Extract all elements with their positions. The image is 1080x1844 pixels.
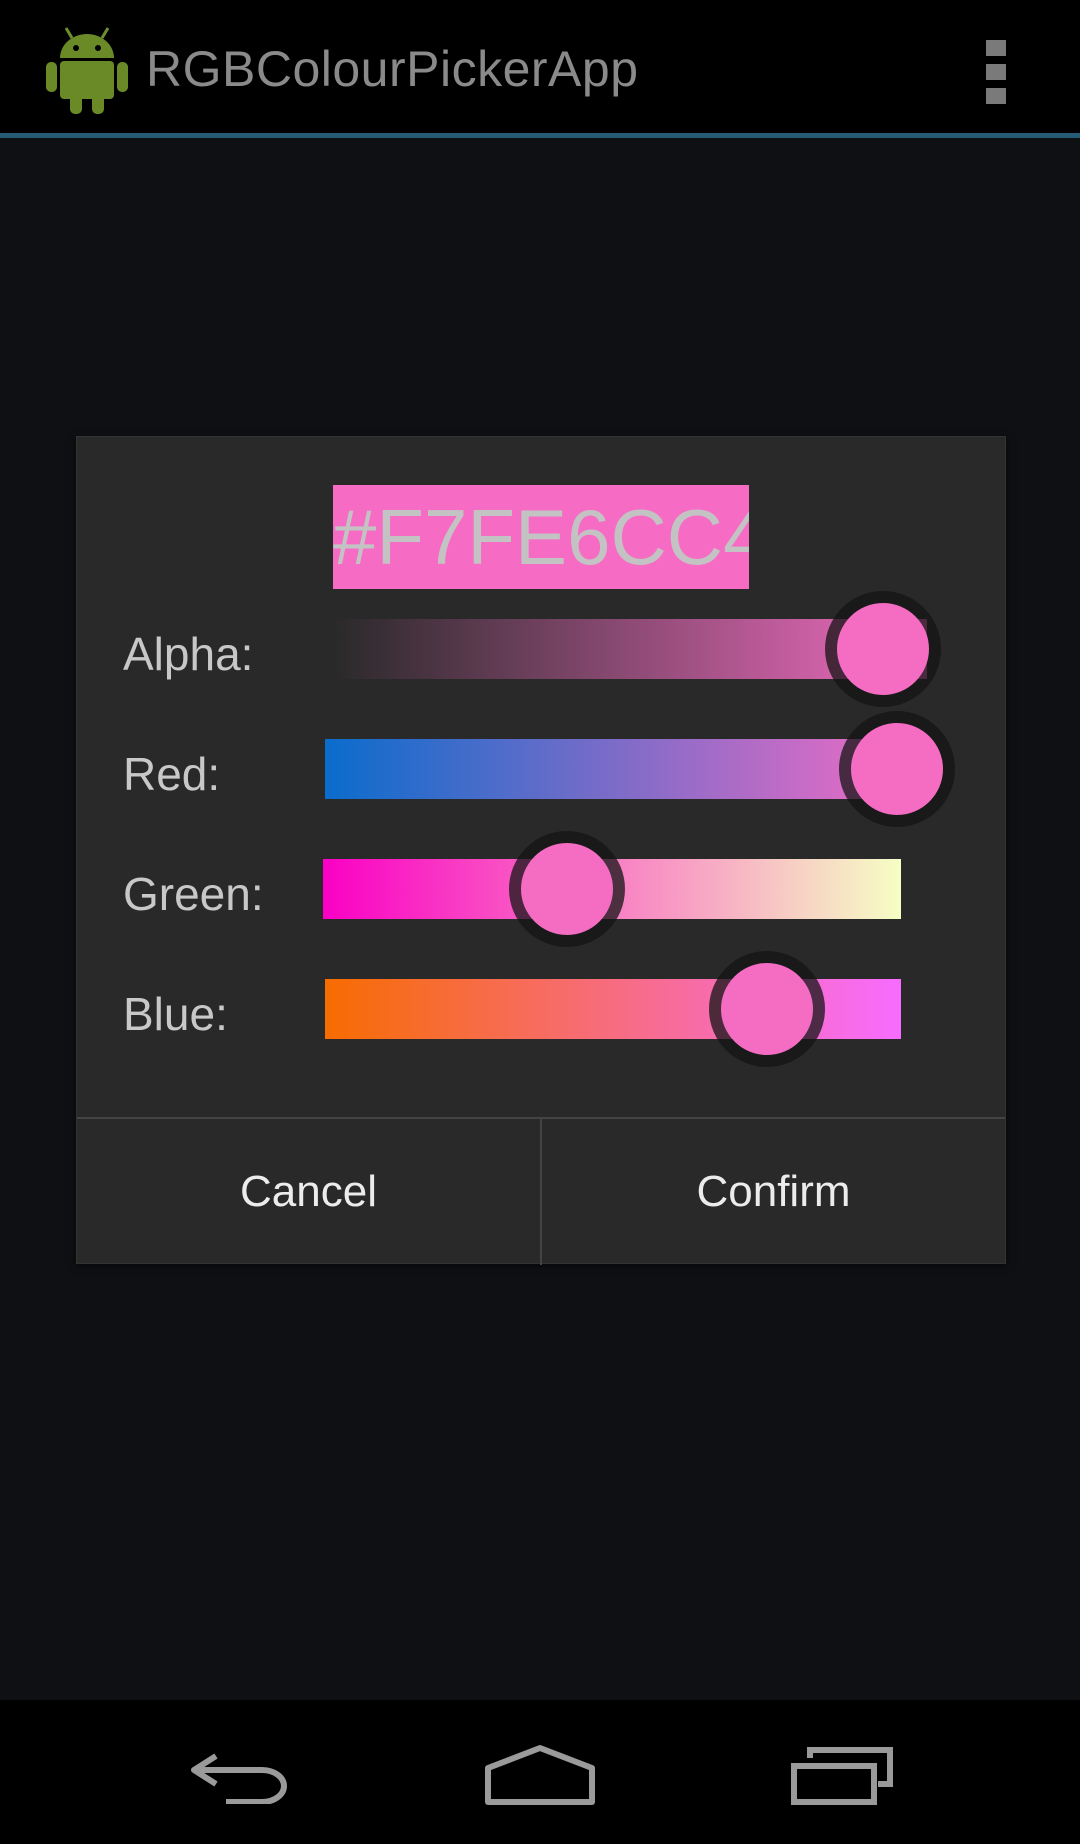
- blue-slider-thumb[interactable]: [721, 963, 813, 1055]
- hex-colour-value: #F7FE6CC4: [333, 485, 749, 589]
- overflow-menu-icon[interactable]: [986, 40, 1006, 104]
- dialog-button-bar: Cancel Confirm: [77, 1117, 1005, 1265]
- home-icon[interactable]: [484, 1744, 596, 1806]
- action-bar-underline: [0, 133, 1080, 138]
- navigation-bar: [0, 1700, 1080, 1844]
- recent-apps-icon[interactable]: [790, 1744, 896, 1806]
- alpha-label: Alpha:: [123, 628, 254, 680]
- red-slider-thumb[interactable]: [851, 723, 943, 815]
- colour-picker-dialog: #F7FE6CC4 Alpha: Red: Green: Blue: Cance…: [76, 436, 1006, 1265]
- app-title: RGBColourPickerApp: [146, 41, 639, 97]
- red-slider-track[interactable]: [325, 739, 925, 799]
- action-bar: RGBColourPickerApp: [0, 0, 1080, 138]
- cancel-button[interactable]: Cancel: [77, 1119, 540, 1265]
- green-slider-thumb[interactable]: [521, 843, 613, 935]
- green-label: Green:: [123, 868, 264, 920]
- blue-slider-track[interactable]: [325, 979, 901, 1039]
- blue-label: Blue:: [123, 988, 228, 1040]
- confirm-button[interactable]: Confirm: [542, 1119, 1005, 1265]
- red-label: Red:: [123, 748, 221, 800]
- alpha-slider-thumb[interactable]: [837, 603, 929, 695]
- back-icon[interactable]: [188, 1748, 292, 1804]
- android-robot-icon: [46, 27, 128, 114]
